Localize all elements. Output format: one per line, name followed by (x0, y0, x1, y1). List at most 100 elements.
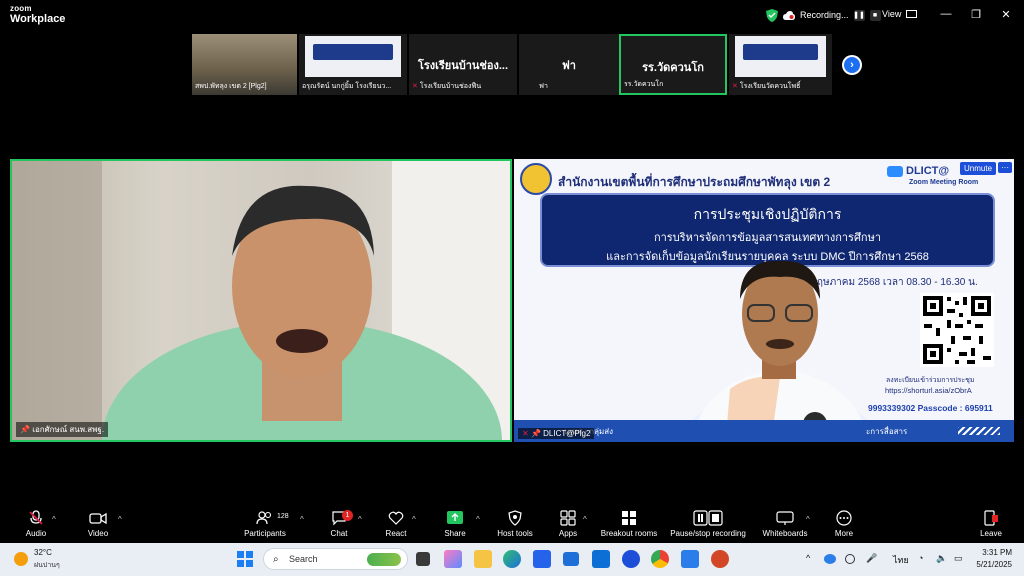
participant-tile[interactable]: ✕ โรงเรียนวัดควนโพธิ์ (729, 34, 832, 95)
recording-indicator: Recording... ❚❚ ■ (766, 8, 881, 22)
microphone-icon[interactable]: 🎤 (866, 553, 877, 564)
participant-tile[interactable]: โรงเรียนบ้านช่อง... ✕ โรงเรียนบ้านช่องฟืน (409, 34, 517, 95)
pause-stop-icon (693, 510, 723, 526)
react-button[interactable]: React (383, 510, 409, 538)
more-options-button[interactable]: ··· (998, 162, 1012, 173)
register-url: https://shorturl.asia/zObrA (885, 386, 972, 395)
clock-time: 3:31 PM (982, 548, 1012, 557)
slide-thumbnail (305, 36, 401, 77)
breakout-rooms-icon (622, 511, 636, 525)
chrome-icon[interactable] (651, 550, 669, 568)
close-icon[interactable]: ✕ (998, 6, 1014, 22)
register-label: ลงทะเบียนเข้าร่วมการประชุม (886, 377, 975, 384)
host-tools-button[interactable]: Host tools (495, 510, 535, 538)
wifi-icon[interactable]: ◔ (918, 553, 923, 563)
participant-name: ฟา (539, 83, 548, 90)
more-button[interactable]: More (832, 510, 856, 538)
whiteboards-label: Whiteboards (762, 529, 808, 538)
onedrive-icon[interactable] (824, 554, 836, 564)
chevron-up-icon[interactable]: ^ (583, 515, 587, 524)
participant-tile[interactable]: อรุณรัตน์ นกกู่ยิ้ม โรงเรียนว... (299, 34, 407, 95)
edge-icon[interactable] (503, 550, 521, 568)
participant-tile-active[interactable]: รร.วัดควนโก รร.วัดควนโก (619, 34, 727, 95)
video-camera-icon (89, 512, 107, 525)
chevron-up-icon[interactable]: ^ (806, 553, 810, 563)
recording-label: Recording... (800, 10, 849, 20)
volume-icon[interactable]: 🔈 (936, 553, 947, 564)
video-button[interactable]: Video (85, 510, 111, 538)
chevron-up-icon[interactable]: ^ (806, 515, 810, 524)
zoom-camera-icon (887, 166, 903, 177)
stop-recording-button[interactable]: ■ (869, 9, 881, 21)
chevron-up-icon[interactable]: ^ (52, 515, 56, 524)
audio-label: Audio (25, 529, 47, 538)
more-label: More (834, 529, 854, 538)
pause-stop-label: Pause/stop recording (670, 529, 746, 538)
chevron-right-icon: › (844, 57, 860, 73)
language-indicator[interactable]: ไทย (893, 553, 909, 567)
weather-temp: 32°C (34, 548, 52, 557)
copilot-icon[interactable] (444, 550, 462, 568)
chevron-up-icon[interactable]: ^ (118, 515, 122, 524)
taskbar-search[interactable]: ⌕ Search (263, 548, 408, 570)
office-seal-logo (520, 163, 552, 195)
participant-tile[interactable]: สพป.พัทลุง เขต 2 [Plg2] (192, 34, 297, 95)
pause-stop-recording-button[interactable]: Pause/stop recording (668, 510, 748, 538)
powerpoint-icon[interactable] (711, 550, 729, 568)
search-icon: ⌕ (273, 554, 279, 565)
chevron-up-icon[interactable]: ^ (358, 515, 362, 524)
chevron-up-icon[interactable]: ^ (412, 515, 416, 524)
participant-tile[interactable]: ฟา ฟา (519, 34, 619, 95)
brand-top: zoom (10, 4, 32, 13)
store-icon[interactable] (533, 550, 551, 568)
outlook-icon[interactable] (592, 550, 610, 568)
dropbox-icon[interactable] (563, 552, 579, 566)
maximize-icon[interactable]: ❐ (968, 6, 984, 22)
participant-display-name: รร.วัดควนโก (642, 62, 704, 74)
system-clock[interactable]: 3:31 PM 5/21/2025 (976, 547, 1012, 571)
participants-count: 128 (277, 513, 289, 520)
pause-recording-button[interactable]: ❚❚ (853, 9, 865, 21)
share-button[interactable]: Share (442, 510, 468, 538)
apps-button[interactable]: Apps (556, 510, 580, 538)
breakout-rooms-button[interactable]: Breakout rooms (598, 510, 660, 538)
meeting-id-passcode: 9993339302 Passcode : 695911 (868, 403, 993, 413)
presenter-name: ✕ 📌 DLICT@Plg2 (518, 428, 595, 439)
speaker-video[interactable]: 📌 เอกศักษณ์ สนพ.สพฐ. (10, 159, 512, 442)
view-button[interactable]: View (882, 9, 901, 19)
participant-name: อรุณรัตน์ นกกู่ยิ้ม โรงเรียนว... (302, 83, 392, 90)
zoom-app-icon[interactable] (622, 550, 640, 568)
photos-icon[interactable] (681, 550, 699, 568)
file-explorer-icon[interactable] (474, 550, 492, 568)
windows-taskbar: 32°C ฝนปานๆ ⌕ Search ^ 🎤 ไทย ◔ 🔈 ▭ 3:31 … (0, 543, 1024, 576)
whiteboards-button[interactable]: Whiteboards (761, 510, 809, 538)
minimize-icon[interactable]: — (938, 6, 954, 22)
search-placeholder: Search (289, 554, 318, 564)
unmute-button[interactable]: Unmute (960, 162, 997, 175)
heart-icon (388, 511, 404, 525)
shared-screen[interactable]: สำนักงานเขตพื้นที่การศึกษาประถมศึกษาพัทล… (514, 159, 1014, 442)
participant-name: สพป.พัทลุง เขต 2 [Plg2] (195, 83, 267, 90)
chevron-up-icon[interactable]: ^ (476, 515, 480, 524)
chevron-up-icon[interactable]: ^ (300, 515, 304, 524)
leave-button[interactable]: Leave (978, 510, 1004, 538)
participant-display-name: โรงเรียนบ้านช่อง... (417, 60, 509, 72)
next-page-button[interactable]: › (842, 55, 862, 75)
audio-button[interactable]: Audio (22, 510, 50, 538)
task-view-icon[interactable] (416, 552, 430, 566)
network-status-icon[interactable] (845, 554, 855, 564)
view-grid-icon[interactable] (906, 10, 917, 18)
qr-code (920, 293, 994, 367)
footer-right-text: ะการสื่อสาร (866, 427, 908, 436)
share-label: Share (444, 529, 466, 538)
presenter-name-text: DLICT@Plg2 (543, 429, 591, 438)
windows-start-icon[interactable] (236, 550, 254, 568)
whiteboard-icon (776, 511, 794, 525)
mic-muted-icon (29, 510, 43, 525)
pin-icon: 📌 (20, 425, 30, 434)
breakout-rooms-label: Breakout rooms (600, 529, 658, 538)
apps-icon (560, 510, 576, 526)
battery-icon[interactable]: ▭ (954, 553, 963, 564)
zoom-window: zoom Workplace Recording... ❚❚ ■ View — … (0, 0, 1024, 576)
pin-icon: 📌 (530, 429, 541, 438)
